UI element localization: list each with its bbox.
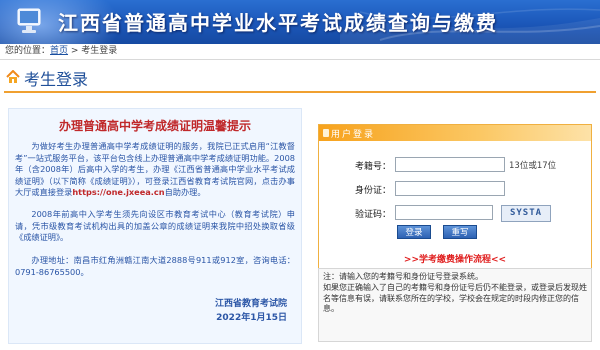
page-title: 考生登录	[24, 70, 89, 89]
jxeea-link[interactable]: https://one.jxeea.cn	[72, 187, 164, 197]
login-note: 注：请输入您的考籍号和身份证号登录系统。 如果您正确输入了自己的考籍号和身份证号…	[318, 268, 592, 342]
breadcrumb-home-link[interactable]: 首页	[50, 46, 68, 56]
exam-number-row: 考籍号： 13位或17位	[319, 157, 591, 173]
site-banner: 江西省普通高中学业水平考试成绩查询与缴费	[0, 0, 600, 44]
notice-organization: 江西省教育考试院	[214, 299, 287, 309]
monitor-icon	[17, 8, 41, 33]
id-card-input[interactable]	[395, 181, 505, 196]
notice-p1-tail: 自助办理。	[164, 187, 206, 197]
login-panel: 用户登录 考籍号： 13位或17位 身份证： 验证码： SYSTA 登录 重写 …	[318, 124, 592, 272]
notice-panel: 办理普通高中学考成绩证明温馨提示 为做好考生办理普通高中学考成绩证明的服务，我院…	[8, 108, 302, 344]
id-card-label: 身份证：	[354, 186, 391, 196]
captcha-image[interactable]: SYSTA	[501, 205, 551, 222]
site-title: 江西省普通高中学业水平考试成绩查询与缴费	[58, 11, 498, 35]
breadcrumb-prefix: 您的位置：	[5, 46, 51, 56]
id-card-row: 身份证：	[319, 181, 591, 197]
notice-paragraph-3: 办理地址：南昌市红角洲赣江南大道2888号911或912室，咨询电话：0791-…	[15, 255, 295, 277]
exam-number-input[interactable]	[395, 157, 505, 172]
login-button[interactable]: 登录	[397, 225, 431, 239]
captcha-label: 验证码：	[354, 210, 391, 220]
notice-paragraph-1: 为做好考生办理普通高中学考成绩证明的服务，我院已正式启用“江教督考”一站式服务平…	[15, 141, 295, 199]
note-line-2: 如果您正确输入了自己的考籍号和身份证号后仍不能登录，或登录后发现姓名等信息有误，…	[323, 283, 587, 313]
breadcrumb-current: 考生登录	[81, 46, 118, 56]
login-header-title: 用户登录	[331, 130, 376, 140]
notice-date: 2022年1月15日	[216, 313, 287, 323]
breadcrumb-separator: >	[68, 46, 82, 56]
exam-number-hint: 13位或17位	[509, 161, 557, 171]
user-icon	[323, 129, 329, 137]
note-line-1: 注：请输入您的考籍号和身份证号登录系统。	[323, 272, 483, 281]
reset-button[interactable]: 重写	[443, 225, 477, 239]
login-header: 用户登录	[319, 125, 591, 141]
breadcrumb: 您的位置：首页 > 考生登录	[0, 44, 600, 60]
captcha-input[interactable]	[395, 205, 493, 220]
page-title-bar: 考生登录	[4, 66, 596, 93]
payment-process-link[interactable]: >>学考缴费操作流程<<	[319, 252, 591, 265]
house-arrow-icon	[6, 70, 20, 83]
exam-number-label: 考籍号：	[354, 162, 391, 172]
title-underline	[4, 91, 596, 93]
notice-heading: 办理普通高中学考成绩证明温馨提示	[58, 119, 251, 133]
notice-paragraph-2: 2008年前高中入学考生须先向设区市教育考试中心（教育考试院）申请，凭市级教育考…	[15, 209, 295, 242]
